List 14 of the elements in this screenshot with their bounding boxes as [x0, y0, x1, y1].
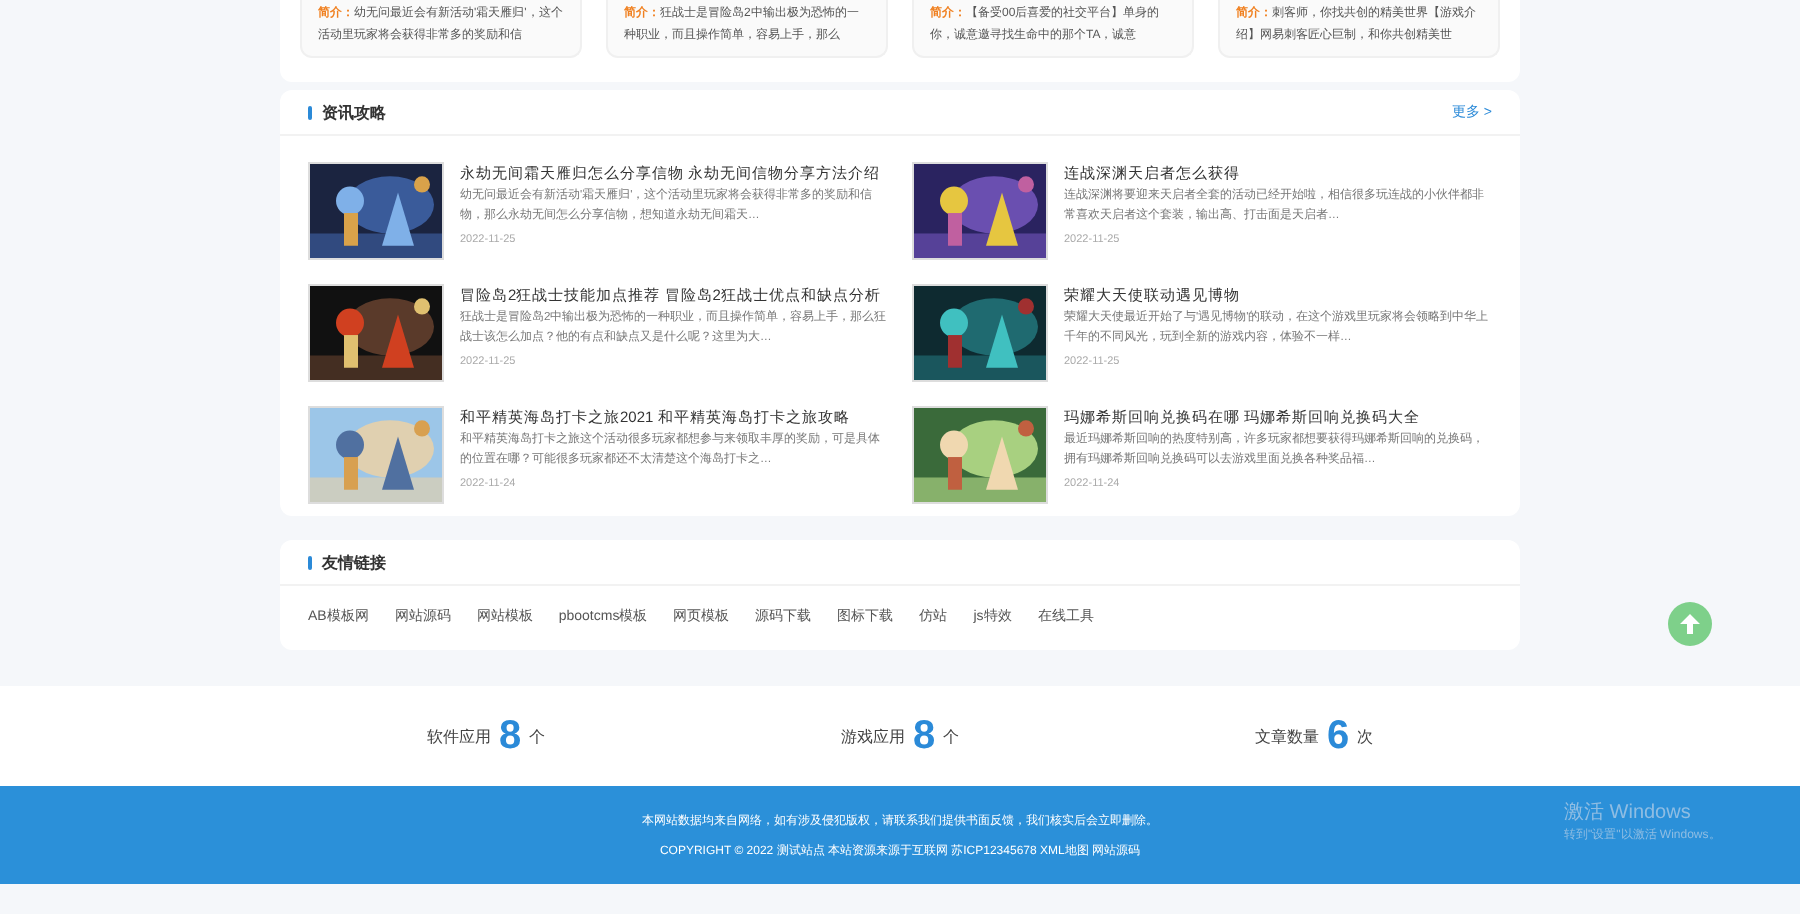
- stat-value: 6: [1326, 713, 1350, 759]
- stat-label: 软件应用: [426, 725, 491, 747]
- stat-value: 8: [498, 713, 522, 759]
- stat-label: 文章数量: [1254, 725, 1319, 747]
- activation-title: 激活 Windows: [1564, 800, 1693, 826]
- stat-unit: 个: [529, 725, 546, 747]
- section-title: 友情链接: [322, 551, 386, 573]
- stat-unit: 个: [943, 725, 960, 747]
- section-title: 资讯攻略: [322, 101, 386, 123]
- stat-unit: 次: [1357, 725, 1374, 747]
- up-arrow-icon: [1678, 612, 1702, 636]
- back-to-top-button[interactable]: [1668, 602, 1712, 646]
- stat-label: 游戏应用: [840, 725, 905, 747]
- stat-value: 8: [912, 713, 936, 759]
